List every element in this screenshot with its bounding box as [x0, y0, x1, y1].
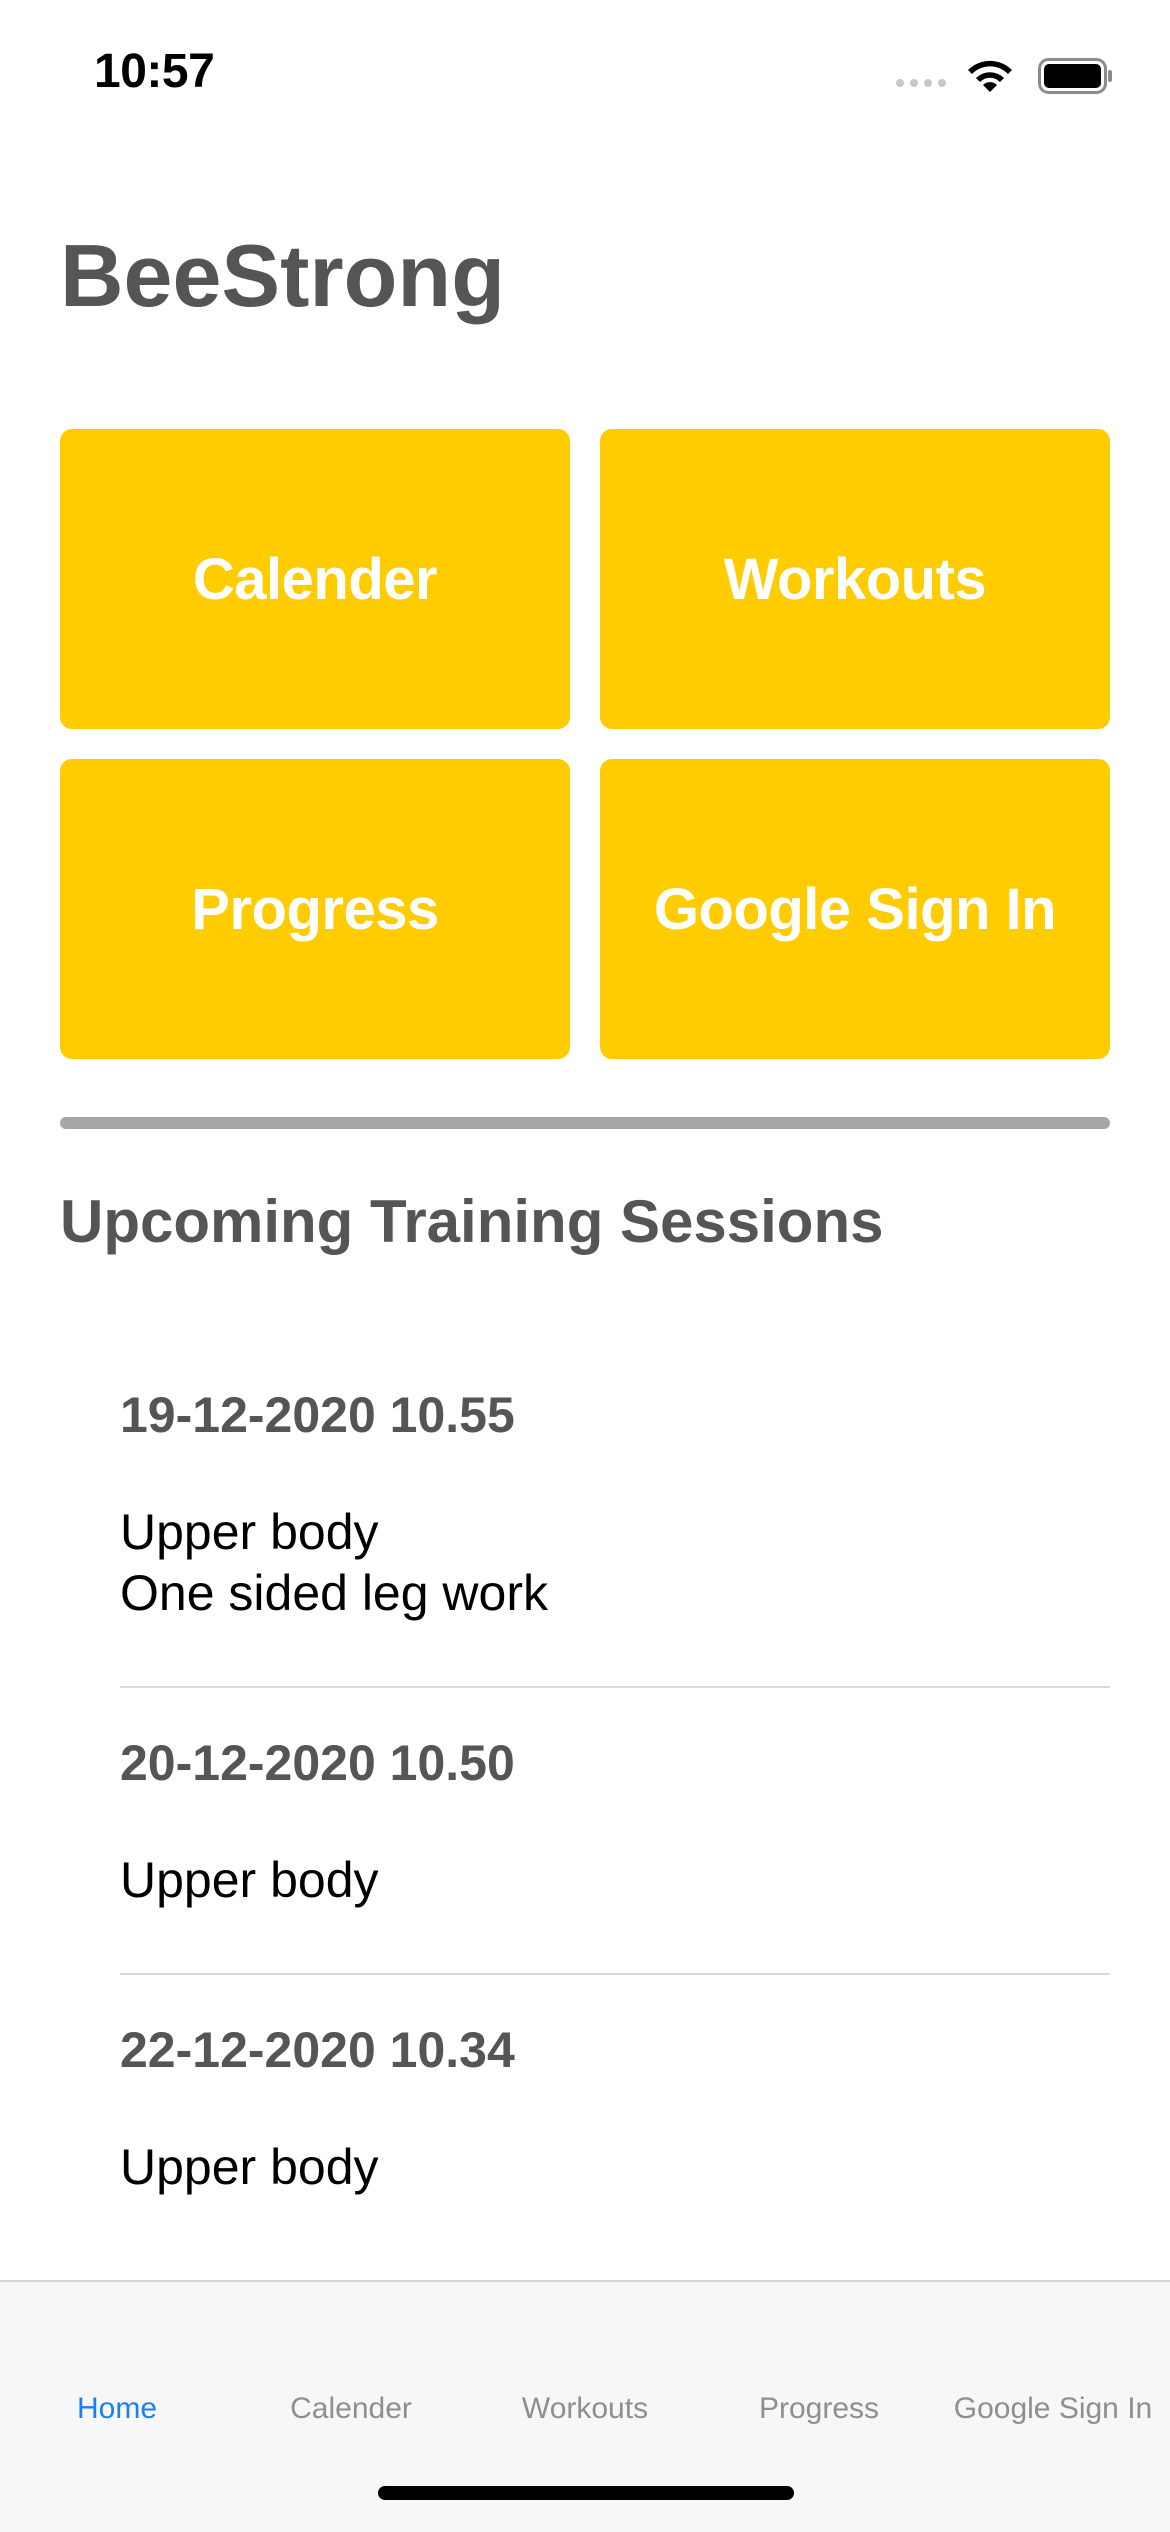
status-time: 10:57 [94, 45, 215, 98]
session-exercise: One sided leg work [120, 1565, 549, 1621]
status-icons [896, 56, 1114, 96]
session-date: 22-12-2020 10.34 [120, 2022, 515, 2078]
tab-workouts[interactable]: Workouts [468, 2392, 702, 2426]
battery-icon [1038, 58, 1112, 94]
session-list-item[interactable]: 20-12-2020 10.50 Upper body [120, 1688, 1110, 1975]
tab-home[interactable]: Home [0, 2392, 234, 2426]
section-divider [60, 1117, 1110, 1129]
google-sign-in-tile-button[interactable]: Google Sign In [600, 759, 1110, 1059]
session-list-item[interactable]: 22-12-2020 10.34 Upper body [120, 1975, 1110, 2198]
tab-calender[interactable]: Calender [234, 2392, 468, 2426]
app-title: BeeStrong [60, 226, 505, 325]
tab-google-sign-in[interactable]: Google Sign In [936, 2392, 1170, 2426]
session-list-item[interactable]: 19-12-2020 10.55 Upper body One sided le… [120, 1340, 1110, 1688]
session-date: 20-12-2020 10.50 [120, 1735, 515, 1791]
upcoming-sessions-heading: Upcoming Training Sessions [60, 1188, 884, 1255]
wifi-icon [968, 60, 1012, 92]
session-exercises: Upper body One sided leg work [120, 1502, 1110, 1624]
home-indicator[interactable] [378, 2486, 794, 2500]
progress-tile-button[interactable]: Progress [60, 759, 570, 1059]
session-date: 19-12-2020 10.55 [120, 1387, 515, 1443]
session-exercise: Upper body [120, 1852, 379, 1908]
workouts-tile-button[interactable]: Workouts [600, 429, 1110, 729]
cellular-signal-icon [896, 79, 946, 87]
tab-progress[interactable]: Progress [702, 2392, 936, 2426]
home-screen: 10:57 BeeStrong Calender Workouts Progre… [0, 0, 1170, 2532]
sessions-list[interactable]: 19-12-2020 10.55 Upper body One sided le… [0, 1340, 1170, 2220]
session-exercises: Upper body [120, 2137, 1110, 2198]
status-bar: 10:57 [0, 0, 1170, 140]
calender-tile-button[interactable]: Calender [60, 429, 570, 729]
session-exercise: Upper body [120, 1504, 379, 1560]
session-exercises: Upper body [120, 1850, 1110, 1911]
session-exercise: Upper body [120, 2139, 379, 2195]
